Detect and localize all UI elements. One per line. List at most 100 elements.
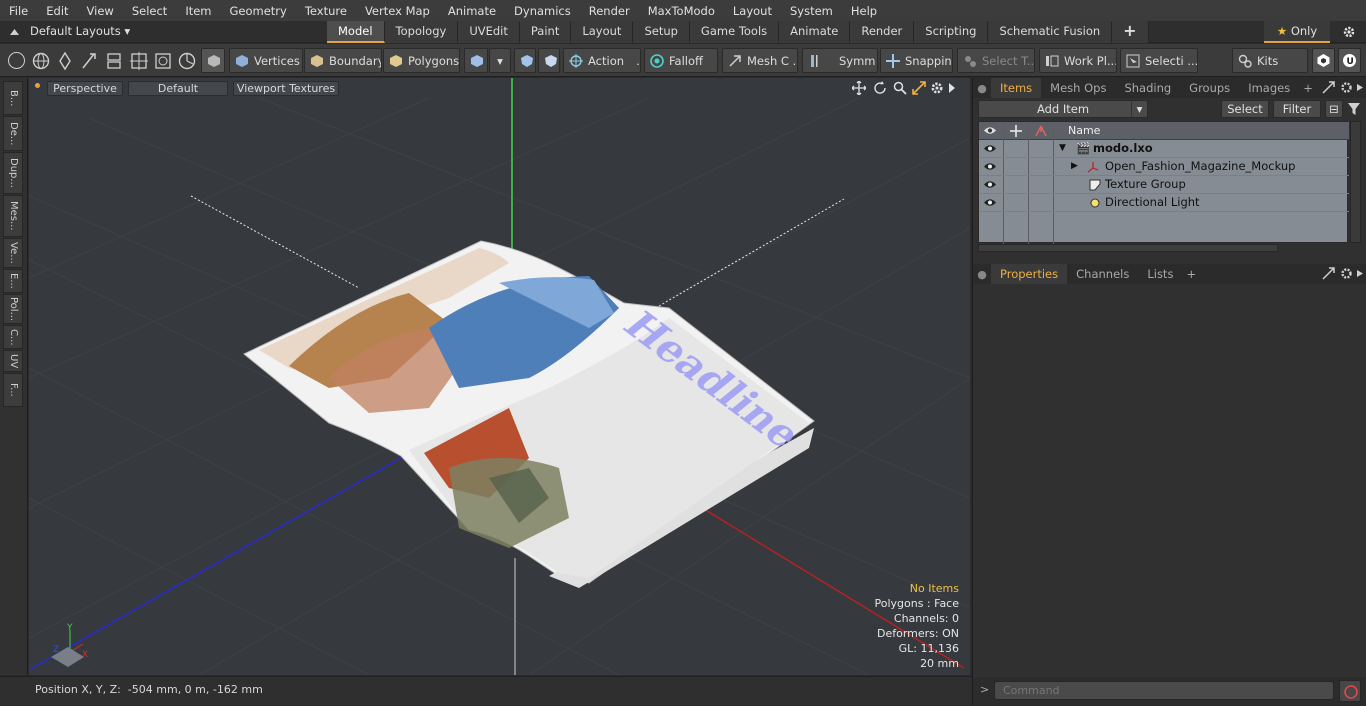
tab-topology[interactable]: Topology — [384, 21, 459, 43]
only-button[interactable]: ★ Only — [1264, 21, 1330, 43]
item-list-hscrollbar[interactable] — [978, 244, 1278, 252]
side-tab-uv[interactable]: UV — [3, 350, 23, 372]
selection-sets-button[interactable]: Selecti ... — [1120, 48, 1198, 73]
snapping-button[interactable]: Snapping — [880, 48, 953, 73]
tab-paint[interactable]: Paint — [519, 21, 572, 43]
menu-animate[interactable]: Animate — [439, 4, 505, 18]
command-input[interactable] — [994, 681, 1334, 700]
panel-dot-icon[interactable]: ● — [973, 82, 991, 95]
menu-render[interactable]: Render — [580, 4, 639, 18]
viewport-gear-icon[interactable] — [930, 81, 944, 95]
panel-gear-icon[interactable] — [1340, 81, 1353, 94]
3d-viewport[interactable]: Headline Y X Z Perspective Default Viewp… — [29, 78, 970, 675]
panel-menu-icon[interactable] — [1356, 269, 1364, 278]
side-tab-curve[interactable]: C... — [3, 325, 23, 349]
polygons-button[interactable]: Polygons — [383, 48, 460, 73]
side-tab-deform[interactable]: De... — [3, 116, 23, 151]
collapse-button[interactable]: ⊟ — [1325, 100, 1343, 118]
eye-icon[interactable] — [983, 161, 997, 172]
panel-expand-icon[interactable] — [1322, 81, 1335, 94]
tab-game-tools[interactable]: Game Tools — [689, 21, 780, 43]
zoom-icon[interactable] — [893, 81, 907, 95]
globe-icon[interactable] — [32, 52, 50, 70]
unreal-button[interactable]: U — [1338, 48, 1361, 73]
pen-icon[interactable] — [57, 51, 73, 71]
viewport-textures-button[interactable]: Viewport Textures — [233, 81, 339, 96]
shading-mode-button[interactable]: Default — [128, 81, 228, 96]
side-tab-vertex[interactable]: Ve... — [3, 238, 23, 268]
side-tab-duplicate[interactable]: Dup... — [3, 152, 23, 194]
tab-images[interactable]: Images — [1239, 78, 1299, 98]
menu-dynamics[interactable]: Dynamics — [505, 4, 580, 18]
add-tab-icon[interactable]: + — [1299, 78, 1317, 98]
item-row-scene[interactable]: ▼ 🎬 modo.lxo — [979, 140, 1349, 158]
symmetry-button[interactable]: Symm ... — [802, 48, 878, 73]
expand-triangle-icon[interactable]: ▶ — [1071, 158, 1078, 175]
side-tab-edge[interactable]: E... — [3, 269, 23, 293]
menu-texture[interactable]: Texture — [296, 4, 356, 18]
layout-arrow-icon[interactable] — [9, 27, 20, 37]
stack-icon[interactable] — [105, 51, 123, 71]
panel-expand-icon[interactable] — [1322, 267, 1335, 280]
frame-icon[interactable] — [153, 51, 173, 71]
snap-element-button[interactable] — [514, 48, 536, 73]
visibility-column-icon[interactable] — [983, 125, 997, 136]
symmetry-element-button[interactable] — [538, 48, 560, 73]
side-tab-polygon[interactable]: Pol... — [3, 294, 23, 324]
item-row-texture-group[interactable]: Texture Group — [979, 176, 1349, 194]
maximize-icon[interactable] — [912, 81, 926, 95]
falloff-button[interactable]: Falloff — [644, 48, 718, 73]
record-button[interactable] — [1339, 680, 1361, 702]
item-list-scrollbar[interactable] — [1350, 121, 1361, 243]
gear-icon[interactable] — [1342, 25, 1356, 39]
menu-geometry[interactable]: Geometry — [221, 4, 296, 18]
add-item-button[interactable]: Add Item — [978, 100, 1148, 118]
tab-scripting[interactable]: Scripting — [914, 21, 989, 43]
menu-system[interactable]: System — [781, 4, 842, 18]
tab-mesh-ops[interactable]: Mesh Ops — [1041, 78, 1115, 98]
tab-render[interactable]: Render — [850, 21, 915, 43]
select-through-button[interactable]: Select T... — [957, 48, 1035, 73]
tab-groups[interactable]: Groups — [1180, 78, 1239, 98]
menu-help[interactable]: Help — [842, 4, 886, 18]
eye-icon[interactable] — [983, 197, 997, 208]
material-button[interactable] — [464, 48, 488, 73]
eye-icon[interactable] — [983, 143, 997, 154]
viewport-dot-icon[interactable] — [35, 83, 40, 88]
tab-shading[interactable]: Shading — [1115, 78, 1180, 98]
work-plane-button[interactable]: Work Pl... — [1039, 48, 1117, 73]
tab-channels[interactable]: Channels — [1067, 264, 1138, 284]
layout-preset-dropdown[interactable]: Default Layouts ▾ — [30, 24, 130, 38]
tab-items[interactable]: Items — [991, 78, 1042, 98]
add-tab-icon[interactable]: + — [1182, 264, 1200, 284]
tab-lists[interactable]: Lists — [1138, 264, 1182, 284]
menu-maxtomodo[interactable]: MaxToModo — [639, 4, 724, 18]
solid-shade-button[interactable] — [201, 48, 225, 73]
menu-select[interactable]: Select — [123, 4, 176, 18]
action-center-button[interactable]: Action… — [563, 48, 641, 73]
item-row-light[interactable]: Directional Light — [979, 194, 1349, 212]
pan-icon[interactable] — [852, 81, 866, 95]
add-item-dropdown[interactable]: ▾ — [1131, 100, 1148, 118]
select-button[interactable]: Select — [1221, 100, 1269, 118]
material-dropdown[interactable]: ▾ — [489, 48, 511, 73]
brush-icon[interactable] — [80, 51, 98, 71]
tab-uvedit[interactable]: UVEdit — [458, 21, 520, 43]
rotate-icon[interactable] — [873, 81, 887, 95]
select-circle-icon[interactable] — [8, 52, 25, 69]
vertices-button[interactable]: Vertices — [229, 48, 303, 73]
tab-setup[interactable]: Setup — [633, 21, 690, 43]
side-tab-basic[interactable]: B... — [3, 81, 23, 115]
mesh-constraint-button[interactable]: Mesh C ... — [722, 48, 798, 73]
side-tab-fusion[interactable]: F... — [3, 373, 23, 407]
tab-properties[interactable]: Properties — [991, 264, 1068, 284]
panel-dot-icon[interactable]: ● — [973, 268, 991, 281]
panel-menu-icon[interactable] — [1356, 83, 1364, 92]
add-tab-icon[interactable]: + — [1112, 21, 1149, 43]
menu-layout[interactable]: Layout — [724, 4, 781, 18]
menu-view[interactable]: View — [78, 4, 123, 18]
menu-item[interactable]: Item — [176, 4, 220, 18]
boundary-button[interactable]: Boundary — [304, 48, 382, 73]
item-row-mesh[interactable]: ▶ Open_Fashion_Magazine_Mockup — [979, 158, 1349, 176]
view-mode-button[interactable]: Perspective — [47, 81, 123, 96]
